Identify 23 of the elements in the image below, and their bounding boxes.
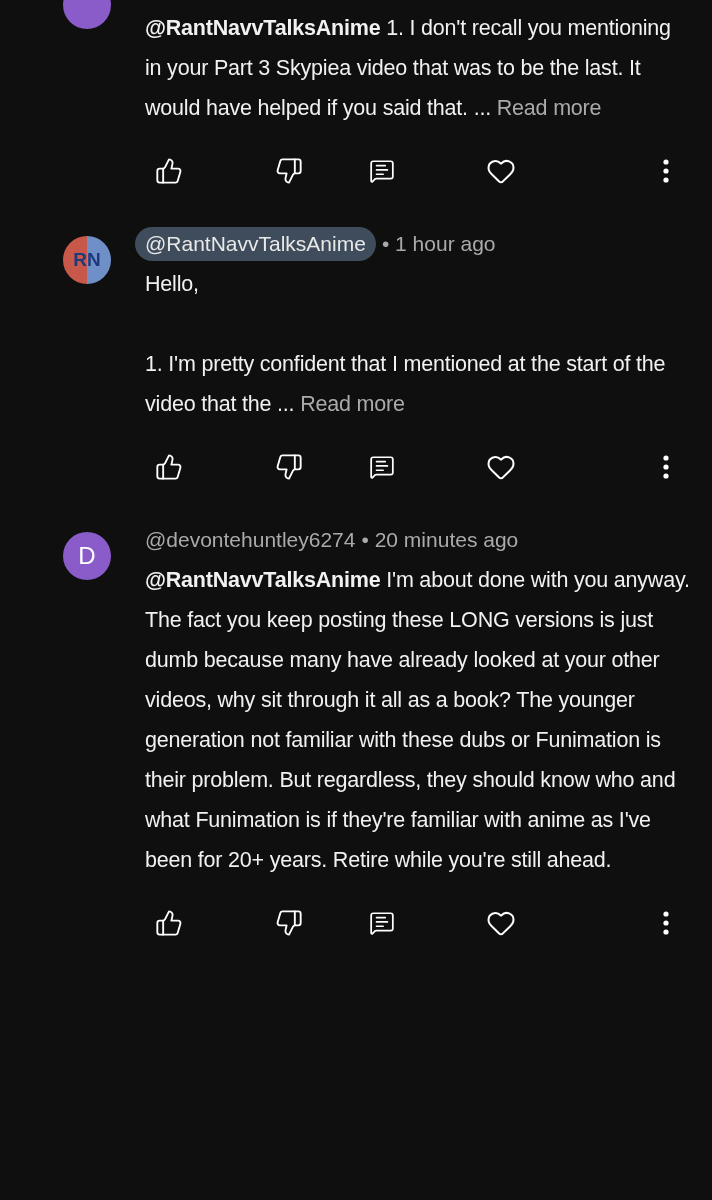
avatar: RN xyxy=(63,236,111,284)
comment-text: Hello, 1. I'm pretty confident that I mentioned at the start of the video that the ... Read more xyxy=(145,271,667,418)
avatar: D xyxy=(63,532,111,580)
more-icon xyxy=(663,911,669,935)
thumbs-up-icon xyxy=(155,453,183,481)
thumbs-up-icon xyxy=(155,909,183,937)
read-more-link[interactable]: Read more xyxy=(496,96,602,120)
comment-text: @RantNavvTalksAnime 1. I don't recall you mentioning in your Part 3 Skypiea video that was to be the last. It would have helped if you said that. ... Read more xyxy=(145,15,672,122)
more-icon xyxy=(663,159,669,183)
thumbs-down-icon xyxy=(275,157,303,185)
comment-icon xyxy=(369,454,395,480)
read-more-link[interactable]: Read more xyxy=(300,392,405,416)
comment-author[interactable]: @RantNavvTalksAnime xyxy=(135,227,376,261)
thumbs-up-icon xyxy=(155,157,183,185)
comment-time: • 1 hour ago xyxy=(381,231,496,258)
comment-author[interactable]: @devontehuntley6274 xyxy=(145,524,356,556)
comment-icon xyxy=(369,158,395,184)
comment-icon xyxy=(369,910,395,936)
comment-time: • 20 minutes ago xyxy=(361,527,519,554)
more-icon xyxy=(663,455,669,479)
thumbs-down-icon xyxy=(275,453,303,481)
thumbs-down-icon xyxy=(275,909,303,937)
comment-text: @RantNavvTalksAnime I'm about done with you anyway. The fact you keep posting these LONG versions is just dumb because many have already looked at your other videos, why sit through it all as a book? The younger generation not familiar with these dubs or Funimation is their problem. But regardless, they should know who and what Funimation is if they're familiar with anime as I've been for 20+ years. Retire while you're still ahead. xyxy=(145,567,690,874)
